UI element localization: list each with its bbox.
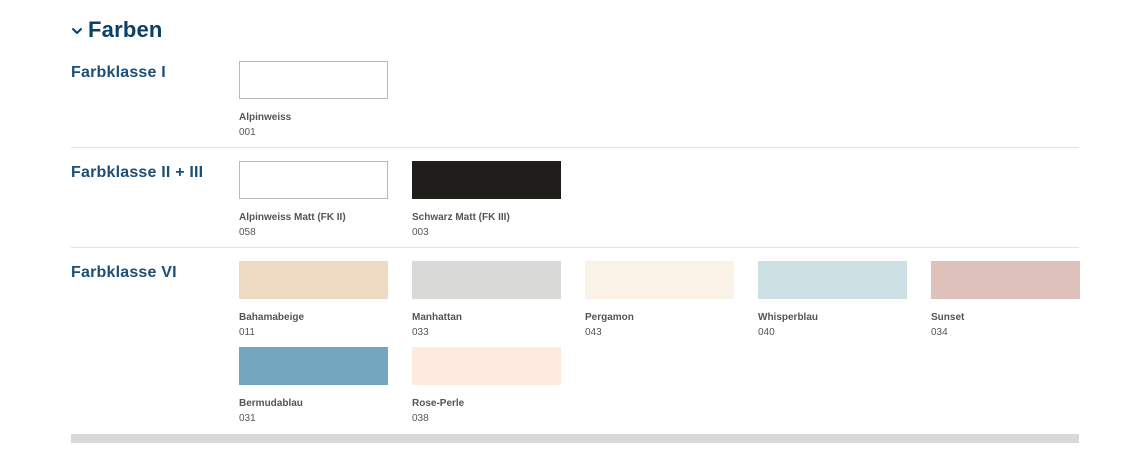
color-swatch[interactable]: [239, 261, 388, 299]
section-title: Farben: [88, 17, 163, 42]
swatch-alpinweiss-matt[interactable]: Alpinweiss Matt (FK II) 058: [239, 161, 388, 238]
color-swatch[interactable]: [412, 347, 561, 385]
swatch-code: 003: [412, 227, 429, 238]
color-swatch[interactable]: [239, 347, 388, 385]
swatch-name: Schwarz Matt (FK III): [412, 212, 510, 223]
swatch-code: 031: [239, 413, 256, 424]
swatch-schwarz-matt[interactable]: Schwarz Matt (FK III) 003: [412, 161, 561, 238]
swatch-name: Manhattan: [412, 312, 462, 323]
divider: [71, 247, 1079, 248]
swatch-name: Rose-Perle: [412, 398, 465, 409]
swatch-name: Pergamon: [585, 312, 634, 323]
color-swatch[interactable]: [239, 61, 388, 99]
swatch-sunset[interactable]: Sunset 034: [931, 261, 1080, 338]
colors-section-toggle[interactable]: Farben: [71, 14, 163, 46]
swatch-name: Bermudablau: [239, 398, 303, 409]
swatch-name: Whisperblau: [758, 312, 819, 323]
swatch-manhattan[interactable]: Manhattan 033: [412, 261, 561, 338]
chevron-down-icon: [72, 28, 82, 34]
swatch-name: Alpinweiss: [239, 112, 292, 123]
swatch-code: 040: [758, 327, 775, 338]
swatch-rose-perle[interactable]: Rose-Perle 038: [412, 347, 561, 424]
color-class-label: Farbklasse I: [71, 64, 166, 81]
color-swatch[interactable]: [931, 261, 1080, 299]
swatch-code: 043: [585, 327, 602, 338]
swatch-whisperblau[interactable]: Whisperblau 040: [758, 261, 907, 338]
color-swatch[interactable]: [239, 161, 388, 199]
color-class-label: Farbklasse VI: [71, 264, 177, 281]
swatch-code: 034: [931, 327, 948, 338]
swatch-name: Sunset: [931, 312, 965, 323]
swatch-code: 058: [239, 227, 256, 238]
swatch-code: 033: [412, 327, 429, 338]
color-swatch[interactable]: [412, 261, 561, 299]
swatch-alpinweiss[interactable]: Alpinweiss 001: [239, 61, 388, 138]
swatch-code: 038: [412, 413, 429, 424]
swatch-code: 001: [239, 127, 256, 138]
color-swatch[interactable]: [758, 261, 907, 299]
scrollbar-track[interactable]: [71, 434, 1079, 443]
divider: [71, 147, 1079, 148]
swatch-bermudablau[interactable]: Bermudablau 031: [239, 347, 388, 424]
color-swatch[interactable]: [412, 161, 561, 199]
color-class-label: Farbklasse II + III: [71, 164, 204, 181]
color-swatch[interactable]: [585, 261, 734, 299]
swatch-code: 011: [239, 327, 255, 338]
swatch-name: Bahamabeige: [239, 312, 305, 323]
swatch-bahamabeige[interactable]: Bahamabeige 011: [239, 261, 388, 338]
swatch-name: Alpinweiss Matt (FK II): [239, 212, 346, 223]
swatch-pergamon[interactable]: Pergamon 043: [585, 261, 734, 338]
